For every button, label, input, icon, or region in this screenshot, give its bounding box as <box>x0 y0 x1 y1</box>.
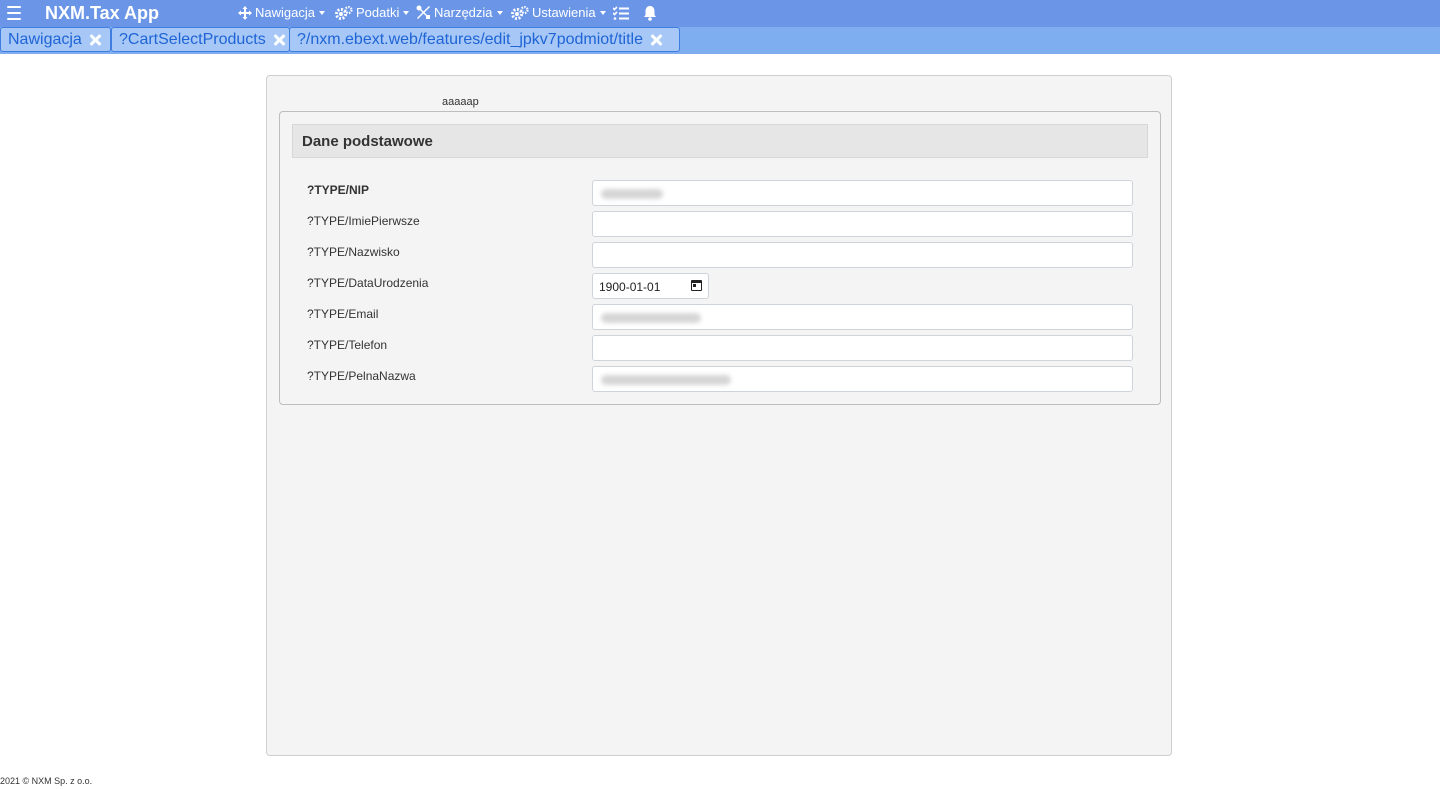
birth-date-value: 1900-01-01 <box>599 280 661 294</box>
tab-nawigacja[interactable]: Nawigacja <box>0 27 111 52</box>
menu-narzedzia[interactable]: Narzędzia <box>416 5 503 20</box>
menu-podatki[interactable]: Podatki <box>335 5 410 20</box>
tab-edit-jpkv7podmiot[interactable]: ?/nxm.ebext.web/features/edit_jpkv7podmi… <box>289 27 680 52</box>
form-row-data-urodzenia: ?TYPE/DataUrodzenia 1900-01-01 <box>280 273 1160 299</box>
last-name-input[interactable] <box>592 242 1133 268</box>
main-panel: aaaaap Dane podstawowe ?TYPE/NIP ?TYPE/I… <box>266 75 1172 756</box>
form-row-nip: ?TYPE/NIP <box>280 180 1160 206</box>
tasks-list-icon[interactable] <box>612 6 629 26</box>
tab-bar: Nawigacja ?CartSelectProducts ?/nxm.ebex… <box>0 27 1440 54</box>
move-arrows-icon <box>238 5 252 20</box>
close-icon[interactable] <box>88 33 102 47</box>
tab-label: ?CartSelectProducts <box>119 30 266 48</box>
app-brand[interactable]: NXM.Tax App <box>45 3 159 24</box>
first-name-input[interactable] <box>592 211 1133 237</box>
menu-nawigacja-label: Nawigacja <box>255 5 315 20</box>
form-row-imie: ?TYPE/ImiePierwsze <box>280 211 1160 237</box>
field-label: ?TYPE/Email <box>307 307 379 321</box>
field-label: ?TYPE/NIP <box>307 183 370 197</box>
basic-data-fieldset: Dane podstawowe ?TYPE/NIP ?TYPE/ImiePier… <box>279 111 1161 405</box>
calendar-icon[interactable] <box>691 280 702 291</box>
tab-cart-select-products[interactable]: ?CartSelectProducts <box>111 27 290 52</box>
menu-icon[interactable] <box>7 6 21 20</box>
birth-date-input[interactable]: 1900-01-01 <box>592 273 709 299</box>
form-row-email: ?TYPE/Email <box>280 304 1160 330</box>
field-label: ?TYPE/Nazwisko <box>307 245 400 259</box>
menu-narzedzia-label: Narzędzia <box>434 5 493 20</box>
close-icon[interactable] <box>272 33 286 47</box>
tab-label: Nawigacja <box>8 30 82 48</box>
menu-nawigacja[interactable]: Nawigacja <box>238 5 325 20</box>
section-title: Dane podstawowe <box>292 124 1148 158</box>
field-label: ?TYPE/ImiePierwsze <box>307 214 420 228</box>
nip-input[interactable] <box>592 180 1133 206</box>
gears-icon <box>335 5 353 20</box>
form-row-telefon: ?TYPE/Telefon <box>280 335 1160 361</box>
menu-podatki-label: Podatki <box>356 5 400 20</box>
tab-label: ?/nxm.ebext.web/features/edit_jpkv7podmi… <box>297 30 643 48</box>
form-row-pelna-nazwa: ?TYPE/PelnaNazwa <box>280 366 1160 392</box>
full-name-input[interactable] <box>592 366 1133 392</box>
field-label: ?TYPE/Telefon <box>307 338 388 352</box>
field-label: ?TYPE/DataUrodzenia <box>307 276 429 290</box>
tools-icon <box>416 5 430 19</box>
email-input[interactable] <box>592 304 1133 330</box>
close-icon[interactable] <box>649 33 663 47</box>
field-label: ?TYPE/PelnaNazwa <box>307 369 416 383</box>
gears-icon <box>511 5 529 20</box>
footer-copyright: 2021 © NXM Sp. z o.o. <box>0 776 93 786</box>
top-navbar: NXM.Tax App Nawigacja Podatki Narzędzia … <box>0 0 1440 27</box>
bell-icon[interactable] <box>643 5 657 26</box>
phone-input[interactable] <box>592 335 1133 361</box>
menu-ustawienia[interactable]: Ustawienia <box>511 5 606 20</box>
menu-ustawienia-label: Ustawienia <box>532 5 596 20</box>
form-row-nazwisko: ?TYPE/Nazwisko <box>280 242 1160 268</box>
panel-caption: aaaaap <box>442 96 479 108</box>
